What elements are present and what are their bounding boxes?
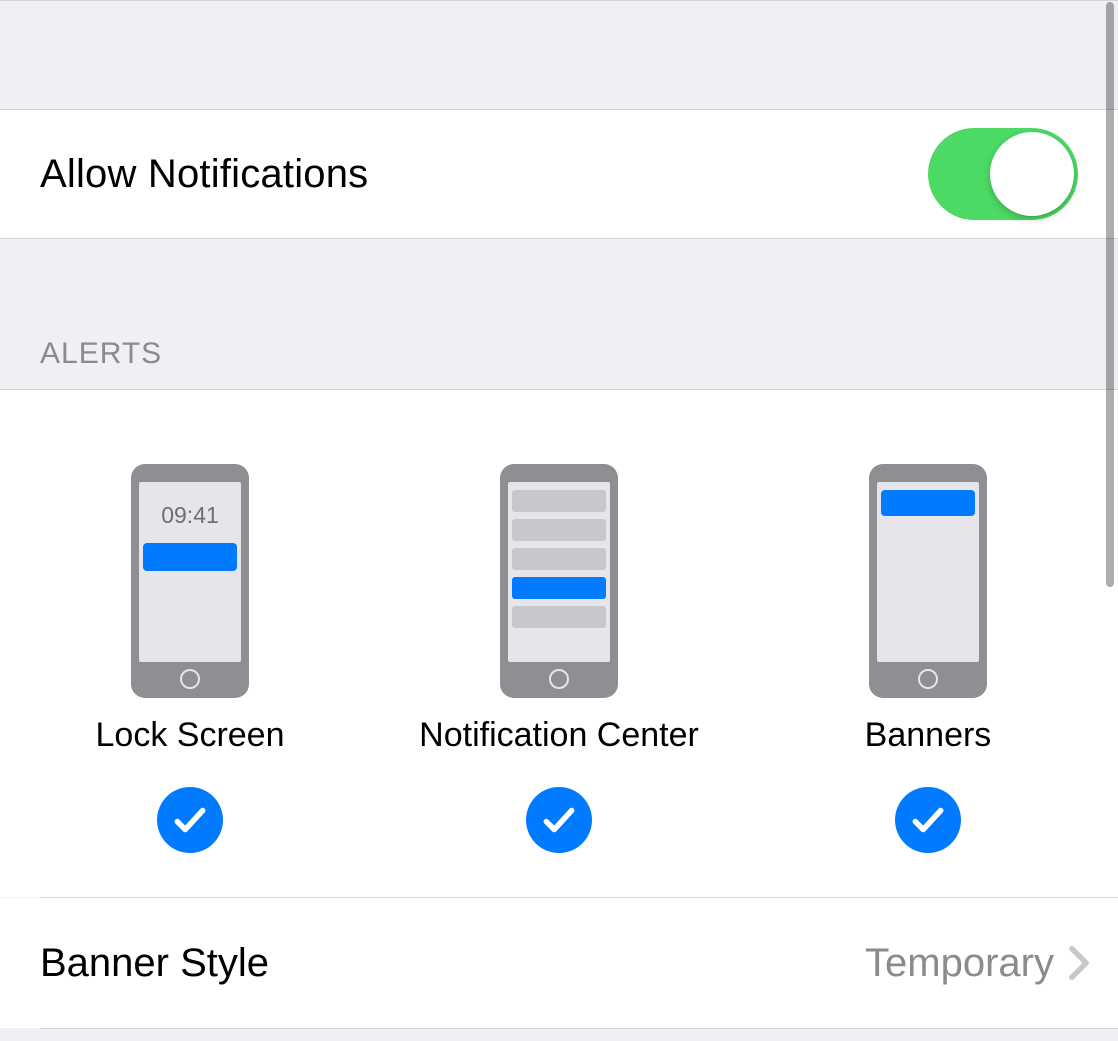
alerts-panel: 09:41 Lock Screen (0, 389, 1118, 897)
alert-option-lock-screen[interactable]: 09:41 Lock Screen (40, 464, 340, 853)
notification-center-phone-icon (500, 464, 618, 698)
lock-screen-checkmark-icon (157, 787, 223, 853)
alerts-section-header: ALERTS (0, 239, 1118, 389)
notification-center-label: Notification Center (419, 716, 699, 755)
lock-screen-time: 09:41 (139, 502, 241, 529)
alerts-header-label: ALERTS (40, 337, 162, 371)
banners-phone-screen (877, 482, 979, 662)
lock-screen-label: Lock Screen (96, 716, 285, 755)
chevron-right-icon (1068, 945, 1090, 981)
banners-checkmark-icon (895, 787, 961, 853)
phone-home-button-icon (918, 669, 938, 689)
nc-item-icon (512, 519, 606, 541)
phone-home-button-icon (549, 669, 569, 689)
lock-screen-phone-screen: 09:41 (139, 482, 241, 662)
banner-style-value: Temporary (865, 941, 1054, 986)
banner-style-row[interactable]: Banner Style Temporary (0, 898, 1118, 1028)
divider (40, 1028, 1118, 1029)
banner-style-label: Banner Style (40, 941, 865, 986)
nc-item-icon (512, 490, 606, 512)
allow-notifications-label: Allow Notifications (40, 152, 928, 197)
allow-notifications-row: Allow Notifications (0, 109, 1118, 239)
allow-notifications-toggle[interactable] (928, 128, 1078, 220)
notification-center-phone-screen (508, 482, 610, 662)
banners-label: Banners (865, 716, 992, 755)
banners-phone-icon (869, 464, 987, 698)
alert-options-container: 09:41 Lock Screen (40, 464, 1078, 853)
lock-screen-banner-icon (143, 543, 237, 571)
nc-item-highlight-icon (512, 577, 606, 599)
scrollbar[interactable] (1106, 2, 1114, 587)
nc-item-icon (512, 606, 606, 628)
lock-screen-phone-icon: 09:41 (131, 464, 249, 698)
toggle-knob (990, 132, 1074, 216)
notification-center-checkmark-icon (526, 787, 592, 853)
nc-item-icon (512, 548, 606, 570)
alert-option-banners[interactable]: Banners (778, 464, 1078, 853)
top-spacer (0, 0, 1118, 109)
phone-home-button-icon (180, 669, 200, 689)
alert-option-notification-center[interactable]: Notification Center (409, 464, 709, 853)
banner-bar-icon (881, 490, 975, 516)
